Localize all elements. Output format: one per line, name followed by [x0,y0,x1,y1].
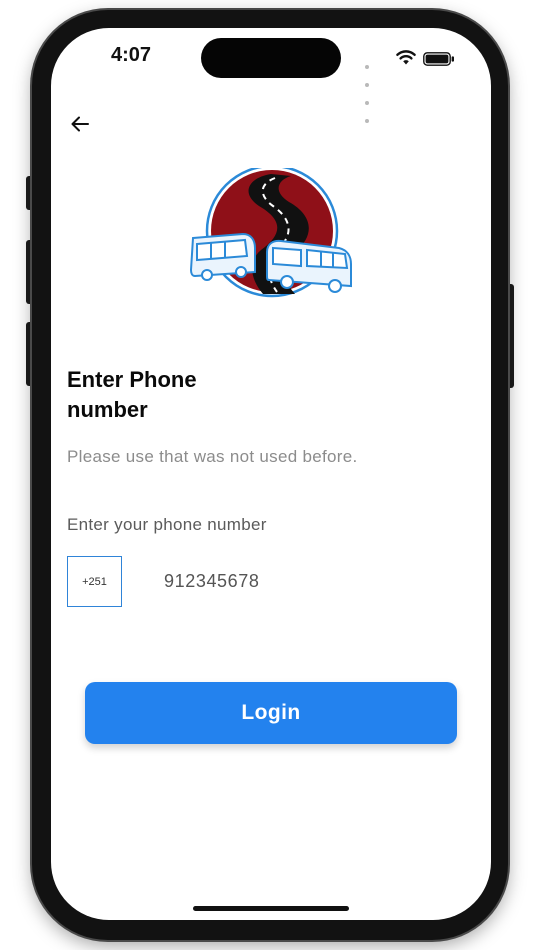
login-button[interactable]: Login [85,682,457,744]
page-title: Enter Phone number [67,367,197,422]
wifi-icon [396,50,416,65]
signal-dots-icon [365,56,371,128]
country-code-selector[interactable]: +251 [67,556,122,607]
back-button[interactable] [65,110,95,138]
arrow-left-icon [71,116,89,132]
battery-icon [423,52,454,66]
status-time: 4:07 [110,44,152,66]
phone-number-input[interactable]: 912345678 [164,571,260,592]
app-screen: 4:07 Enter Phone number Please use that … [51,28,491,920]
bus-road-logo [189,168,352,298]
bus-left-icon [189,232,256,281]
device-stage: 4:07 Enter Phone number Please use that … [0,0,534,950]
subtitle-text: Please use that was not used before. [67,447,358,466]
home-indicator [193,906,349,911]
dynamic-island [201,38,341,78]
phone-field-label: Enter your phone number [67,515,267,534]
